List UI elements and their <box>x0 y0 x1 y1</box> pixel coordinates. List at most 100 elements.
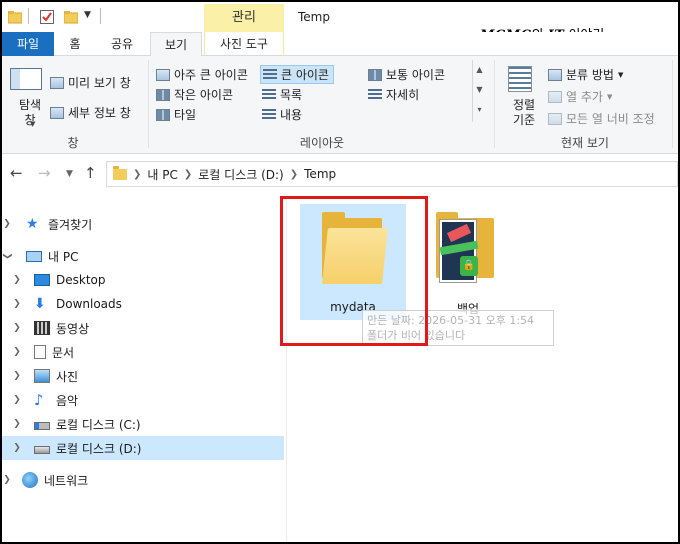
lock-icon: 🔒 <box>460 256 478 276</box>
layout-label: 내용 <box>280 108 303 122</box>
layout-list[interactable]: 목록 <box>262 86 302 103</box>
properties-check-icon[interactable] <box>40 10 54 24</box>
sort-by-icon[interactable] <box>508 66 532 92</box>
add-columns-button[interactable]: 열 추가 ▼ <box>548 88 612 105</box>
star-icon: ★ <box>26 216 39 232</box>
address-bar[interactable]: ❯ 내 PC ❯ 로컬 디스크 (D:) ❯ Temp <box>106 161 678 187</box>
expand-chevron-icon[interactable]: ❯ <box>12 419 22 429</box>
nav-item-label: Desktop <box>56 273 106 287</box>
layout-label: 타일 <box>174 108 197 122</box>
explorer-window: ▼ 관리 Temp MCMC의 IT 이야기 파일 홈 공유 보기 사진 도구 … <box>0 0 680 544</box>
new-folder-icon[interactable] <box>63 10 79 24</box>
customize-toolbar-dropdown-icon[interactable]: ▼ <box>84 10 91 20</box>
nav-item-downloads[interactable]: ❯ ⬇ Downloads <box>2 292 284 316</box>
expand-chevron-icon[interactable]: ❯ <box>12 443 22 453</box>
nav-item-label: 네트워크 <box>44 473 89 488</box>
file-item[interactable]: 🔒 백업 <box>428 204 508 320</box>
nav-item-local-disk-c[interactable]: ❯ 로컬 디스크 (C:) <box>2 412 284 436</box>
chevron-down-icon: ▼ <box>617 70 624 79</box>
folder-icon <box>113 165 127 180</box>
download-arrow-icon: ⬇ <box>34 296 46 312</box>
group-label-pane: 창 <box>67 136 79 150</box>
expand-chevron-icon[interactable]: ❯ <box>2 219 12 229</box>
breadcrumb-separator-icon[interactable]: ❯ <box>133 169 141 180</box>
layout-content[interactable]: 내용 <box>262 106 302 123</box>
nav-item-label: 음악 <box>56 393 79 408</box>
nav-item-local-disk-d[interactable]: ❯ 로컬 디스크 (D:) <box>2 436 284 460</box>
preview-pane-button[interactable]: 미리 보기 창 <box>50 74 131 91</box>
recent-locations-chevron-icon[interactable]: ▼ <box>66 169 73 179</box>
breadcrumb-separator-icon[interactable]: ❯ <box>290 169 298 180</box>
breadcrumb-item[interactable]: 내 PC <box>147 166 177 183</box>
nav-item-documents[interactable]: ❯ 문서 <box>2 340 284 364</box>
preview-pane-label: 미리 보기 창 <box>68 76 131 90</box>
layout-small-icons[interactable]: 작은 아이콘 <box>156 86 233 103</box>
tab-view[interactable]: 보기 <box>150 32 202 57</box>
nav-item-videos[interactable]: ❯ 동영상 <box>2 316 284 340</box>
folder-icon[interactable] <box>7 10 23 24</box>
layout-tiles[interactable]: 타일 <box>156 106 196 123</box>
breadcrumb-item[interactable]: 로컬 디스크 (D:) <box>198 166 283 183</box>
expand-chevron-icon[interactable]: ❯ <box>12 371 22 381</box>
nav-item-label: 로컬 디스크 (C:) <box>56 417 141 432</box>
tab-home[interactable]: 홈 <box>54 32 96 56</box>
fit-columns-button[interactable]: 모든 열 너비 조정 <box>548 110 655 127</box>
highlight-annotation-box <box>280 196 428 346</box>
nav-item-music[interactable]: ❯ ♪ 음악 <box>2 388 284 412</box>
nav-item-label: 문서 <box>52 345 75 360</box>
expand-chevron-icon[interactable]: ❯ <box>12 395 22 405</box>
tab-photo-tools[interactable]: 사진 도구 <box>204 32 284 56</box>
group-label-layout: 레이아웃 <box>299 136 345 150</box>
chevron-down-icon[interactable]: ▼ <box>30 120 35 128</box>
tab-file[interactable]: 파일 <box>2 32 54 56</box>
details-pane-button[interactable]: 세부 정보 창 <box>50 104 131 121</box>
chevron-down-icon: ▼ <box>606 92 613 101</box>
layout-label: 아주 큰 아이콘 <box>174 68 248 82</box>
contextual-tab-manage[interactable]: 관리 <box>204 4 284 32</box>
navigation-pane-icon[interactable] <box>10 68 42 90</box>
expand-chevron-icon[interactable]: ❯ <box>2 475 12 485</box>
nav-item-pictures[interactable]: ❯ 사진 <box>2 364 284 388</box>
details-pane-icon <box>50 106 64 119</box>
layout-large-icons[interactable]: 큰 아이콘 <box>260 65 334 84</box>
forward-arrow-icon[interactable]: → <box>38 164 51 182</box>
group-by-button[interactable]: 분류 방법 ▼ <box>548 66 623 83</box>
film-icon <box>34 321 50 335</box>
preview-pane-icon <box>50 76 64 89</box>
breadcrumb-separator-icon[interactable]: ❯ <box>184 169 192 180</box>
expand-chevron-icon[interactable]: ❯ <box>12 323 22 333</box>
nav-item-network[interactable]: ❯ 네트워크 <box>2 468 284 492</box>
ribbon-view: 탐색 창 ▼ 미리 보기 창 세부 정보 창 창 아주 큰 아이콘 큰 아이콘 … <box>2 56 678 154</box>
desktop-icon <box>34 274 50 286</box>
nav-item-label: 사진 <box>56 369 79 384</box>
layout-gallery-scroll[interactable]: ▲ ▼ ▾ <box>472 60 486 122</box>
tab-share[interactable]: 공유 <box>96 32 148 56</box>
fit-columns-label: 모든 열 너비 조정 <box>566 112 655 126</box>
nav-item-label: Downloads <box>56 297 122 311</box>
layout-label: 큰 아이콘 <box>281 68 329 82</box>
sort-by-button[interactable]: 정렬 기준 <box>504 98 544 128</box>
expand-chevron-icon[interactable]: ❯ <box>12 347 22 357</box>
layout-medium-icons[interactable]: 보통 아이콘 <box>368 66 445 83</box>
nav-item-label: 동영상 <box>56 321 90 336</box>
small-icons-icon <box>156 88 170 101</box>
layout-extra-large-icons[interactable]: 아주 큰 아이콘 <box>156 66 248 83</box>
breadcrumb-item[interactable]: Temp <box>304 167 336 181</box>
collapse-chevron-icon[interactable]: ❯ <box>2 251 12 261</box>
document-icon <box>34 345 46 359</box>
toolbar-separator <box>100 8 101 24</box>
expand-chevron-icon[interactable]: ❯ <box>12 275 22 285</box>
nav-item-label: 즐겨찾기 <box>48 217 93 232</box>
nav-item-desktop[interactable]: ❯ Desktop <box>2 268 284 292</box>
layout-details[interactable]: 자세히 <box>368 86 419 103</box>
fit-columns-icon <box>548 112 562 125</box>
computer-icon <box>26 250 42 262</box>
up-arrow-icon[interactable]: ↑ <box>84 164 97 182</box>
window-title: Temp <box>298 10 330 24</box>
expand-chevron-icon[interactable]: ❯ <box>12 299 22 309</box>
nav-item-this-pc[interactable]: ❯ 내 PC <box>2 244 284 268</box>
nav-item-quick-access[interactable]: ❯ ★ 즐겨찾기 <box>2 212 284 236</box>
nav-item-label: 내 PC <box>48 249 79 264</box>
network-globe-icon <box>22 472 38 488</box>
back-arrow-icon[interactable]: ← <box>10 164 23 182</box>
